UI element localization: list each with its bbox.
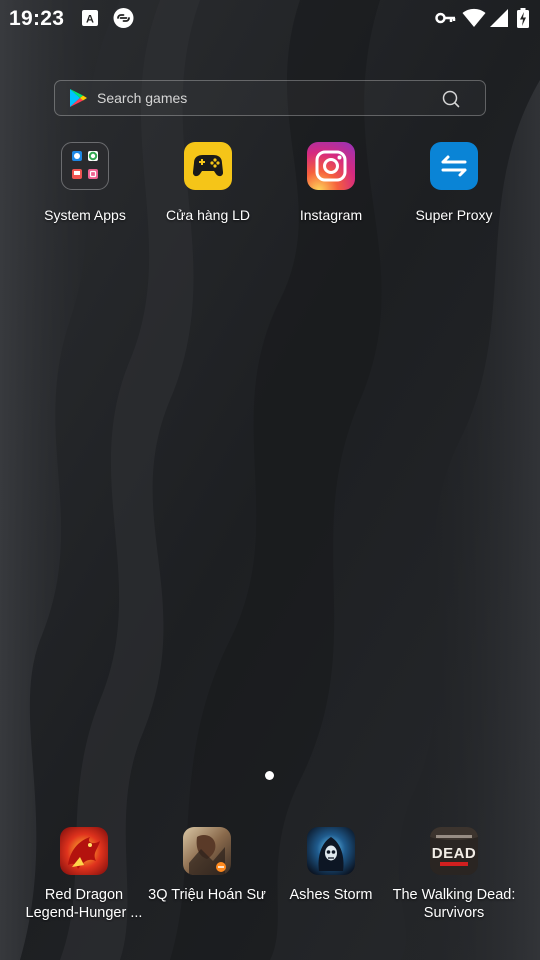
google-play-icon [70, 89, 87, 107]
vpn-key-icon [435, 12, 456, 24]
instagram-icon [307, 142, 355, 190]
signal-icon [490, 9, 508, 27]
search-icon[interactable] [441, 89, 461, 109]
folder-icon [61, 142, 109, 190]
app-ashes-storm[interactable]: Ashes Storm [269, 827, 393, 904]
page-indicator-dot [265, 771, 274, 780]
3q-trieu-hoan-su-game-icon [183, 827, 231, 875]
app-label: Instagram [299, 207, 363, 223]
ld-store-icon [184, 142, 232, 190]
app-ld-store[interactable]: Cửa hàng LD [146, 142, 270, 224]
wifi-icon [462, 8, 486, 27]
app-label: Ashes Storm [289, 887, 373, 903]
app-label: System Apps [44, 207, 126, 223]
app-instagram[interactable]: Instagram [269, 142, 393, 224]
app-walking-dead[interactable]: DEAD The Walking Dead: Survivors [392, 827, 516, 922]
super-proxy-icon [430, 142, 478, 190]
app-system-apps[interactable]: System Apps [23, 142, 147, 224]
app-label: 3Q Triệu Hoán Sư [148, 887, 266, 903]
app-label: The Walking Dead: Survivors [392, 887, 516, 921]
svg-text:A: A [86, 14, 94, 26]
link-icon [113, 8, 134, 28]
ashes-storm-game-icon [307, 827, 355, 875]
app-label: Red Dragon Legend-Hunger ... [25, 887, 143, 921]
app-red-dragon[interactable]: Red Dragon Legend-Hunger ... [22, 827, 146, 922]
app-3q-trieu-hoan-su[interactable]: 3Q Triệu Hoán Sư [145, 827, 269, 904]
status-time: 19:23 [9, 7, 65, 30]
search-bar[interactable]: Search games [54, 80, 486, 116]
battery-charging-icon [517, 8, 529, 28]
app-super-proxy[interactable]: Super Proxy [392, 142, 516, 224]
status-bar: 19:23 A [0, 0, 540, 36]
svg-text:DEAD: DEAD [432, 845, 477, 862]
app-label: Super Proxy [415, 207, 493, 223]
search-input[interactable]: Search games [97, 90, 187, 106]
keyboard-a-icon: A [82, 10, 98, 26]
walking-dead-game-icon: DEAD [430, 827, 478, 875]
app-label: Cửa hàng LD [165, 207, 251, 223]
red-dragon-game-icon [60, 827, 108, 875]
